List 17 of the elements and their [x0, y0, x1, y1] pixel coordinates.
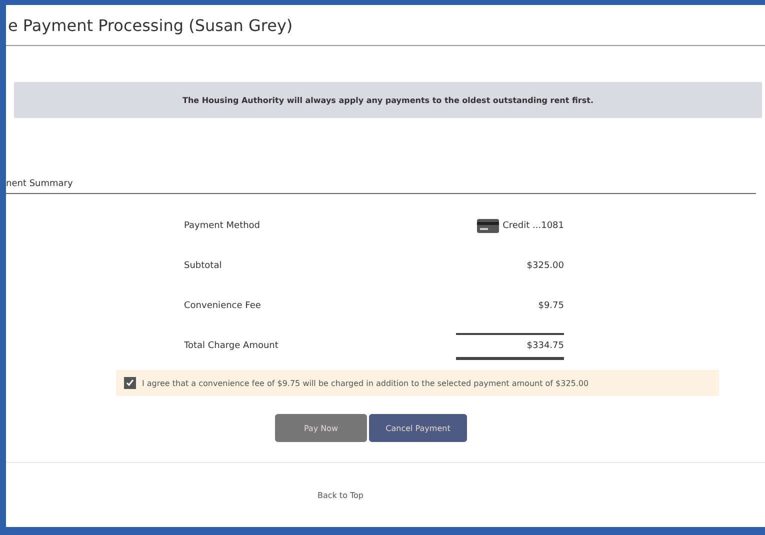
cancel-button[interactable]: Cancel Payment	[369, 414, 467, 442]
pay-button[interactable]: Pay Now	[275, 414, 367, 442]
summary-value: $334.75	[526, 340, 564, 350]
summary-value: $325.00	[526, 261, 564, 271]
summary-value: Credit ...1081	[502, 221, 564, 231]
summary-value: $9.75	[538, 301, 564, 311]
agree-checkbox[interactable]	[124, 377, 136, 389]
page-title: e Payment Processing (Susan Grey)	[8, 16, 293, 34]
summary-label: Convenience Fee	[184, 301, 261, 311]
credit-card-icon	[476, 219, 499, 233]
summary-label: Subtotal	[184, 261, 222, 271]
section-title: nent Summary	[6, 179, 73, 189]
agreement-text: I agree that a convenience fee of $9.75 will be charged in addition to the selected payment amount of $325.00	[142, 378, 589, 388]
notice-text: The Housing Authority will always apply any payments to the oldest outstanding rent first.	[182, 96, 594, 104]
summary-label: Payment Method	[184, 221, 260, 231]
summary-label: Total Charge Amount	[184, 341, 278, 351]
back-to-top-link[interactable]: Back to Top	[317, 490, 364, 500]
